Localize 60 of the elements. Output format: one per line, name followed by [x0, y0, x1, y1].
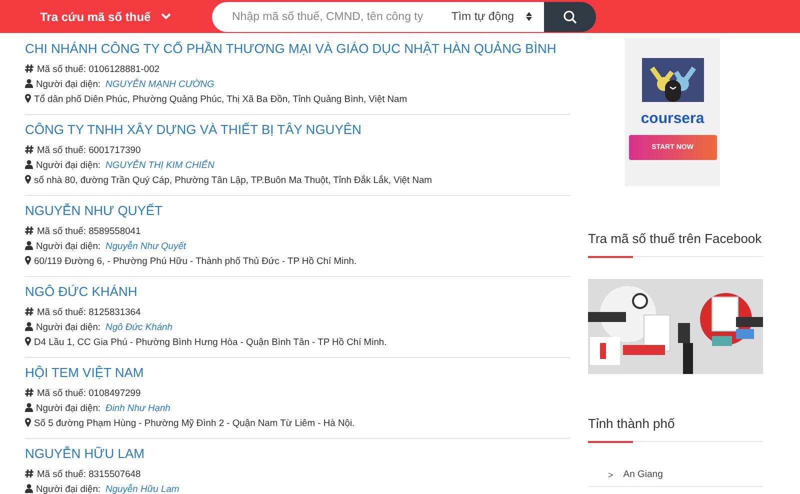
person-icon	[25, 79, 33, 88]
representative-link[interactable]: Nguyễn Hữu Lam	[106, 483, 180, 494]
tax-code-text: Mã số thuế: 8589558041	[37, 225, 141, 236]
chevron-down-icon	[160, 13, 171, 20]
hash-icon	[25, 469, 34, 478]
representative-link[interactable]: NGUYỄN THỊ KIM CHIẾN	[106, 159, 214, 170]
representative-link[interactable]: NGUYỄN MẠNH CƯỜNG	[106, 78, 214, 89]
address-text: D4 Lầu 1, CC Gia Phú - Phường Bình Hưng Hòa - Quận Bình Tân - TP Hồ Chí Minh.	[34, 336, 387, 347]
representative-label: Người đại diện:	[36, 159, 101, 170]
person-icon	[25, 241, 33, 250]
section-heading: Tỉnh thành phố	[588, 416, 676, 431]
company-name-link[interactable]: NGUYỄN HỮU LAM	[25, 446, 570, 461]
hash-icon	[25, 388, 34, 397]
company-name-link[interactable]: NGUYỄN NHƯ QUYẾT	[25, 203, 570, 218]
company-name-link[interactable]: CÔNG TY TNHH XÂY DỰNG VÀ THIẾT BỊ TÂY NGUYÊN	[25, 122, 570, 137]
representative-link[interactable]: Ngô Đức Khánh	[106, 321, 172, 332]
representative-label: Người đại diện:	[36, 402, 101, 413]
representative-label: Người đại diện:	[36, 483, 101, 494]
search-button[interactable]	[544, 2, 596, 32]
address-text: Tổ dân phố Diên Phúc, Phường Quảng Phúc, Thị Xã Ba Đồn, Tỉnh Quảng Bình, Việt Nam	[34, 93, 408, 104]
address-text: 60/119 Đường 6, - Phường Phú Hữu - Thành phố Thủ Đức - TP Hồ Chí Minh.	[34, 255, 357, 266]
section-heading: Tra mã số thuế trên Facebook	[588, 231, 763, 246]
ad-brand-text: coursera	[640, 110, 704, 127]
person-icon	[25, 322, 33, 331]
person-icon	[25, 403, 33, 412]
search-icon	[563, 10, 577, 24]
tax-code-text: Mã số thuế: 8125831364	[37, 306, 141, 317]
chevron-right-icon: >	[608, 470, 614, 480]
representative-label: Người đại diện:	[36, 78, 101, 89]
tax-code-text: Mã số thuế: 6001717390	[37, 144, 141, 155]
hash-icon	[25, 145, 34, 154]
representative-label: Người đại diện:	[36, 240, 101, 251]
company-name-link[interactable]: HỘI TEM VIỆT NAM	[25, 365, 570, 380]
hash-icon	[25, 64, 34, 73]
representative-link[interactable]: Đinh Như Hạnh	[106, 402, 170, 413]
person-icon	[25, 160, 33, 169]
lookup-menu-button[interactable]: Tra cứu mã số thuế	[34, 6, 212, 28]
sort-arrows-icon	[526, 12, 532, 21]
map-pin-icon	[25, 418, 31, 427]
map-pin-icon	[25, 256, 31, 265]
tax-illustration[interactable]	[588, 279, 763, 374]
address-text: Số 5 đường Phạm Hùng - Phường Mỹ Đình 2 - Quận Nam Từ Liêm - Hà Nội.	[34, 417, 355, 428]
tax-code-text: Mã số thuế: 0108497299	[37, 387, 141, 398]
province-link[interactable]: An Giang	[623, 469, 663, 480]
tax-code-text: Mã số thuế: 8315507648	[37, 468, 141, 479]
search-mode-select[interactable]: Tìm tự động	[451, 2, 544, 32]
map-pin-icon	[25, 175, 31, 184]
company-name-link[interactable]: CHI NHÁNH CÔNG TY CỔ PHẦN THƯƠNG MẠI VÀ GIÁO DỤC NHẬT HÀN QUẢNG BÌNH	[25, 41, 570, 56]
hash-icon	[25, 226, 34, 235]
map-pin-icon	[25, 94, 31, 103]
people-illustration	[642, 58, 704, 102]
hash-icon	[25, 307, 34, 316]
address-text: số nhà 80, đường Trần Quý Cáp, Phường Tân Lập, TP.Buôn Ma Thuột, Tỉnh Đắk Lắk, Việt Nam	[34, 174, 432, 185]
company-name-link[interactable]: NGÔ ĐỨC KHÁNH	[25, 284, 570, 299]
person-icon	[25, 484, 33, 493]
representative-label: Người đại diện:	[36, 321, 101, 332]
map-pin-icon	[25, 337, 31, 346]
search-field[interactable]: Nhập mã số thuế, CMND, tên công ty	[212, 2, 452, 32]
representative-link[interactable]: Nguyễn Như Quyết	[106, 240, 186, 251]
tax-code-text: Mã số thuế: 0106128881-002	[37, 63, 160, 74]
